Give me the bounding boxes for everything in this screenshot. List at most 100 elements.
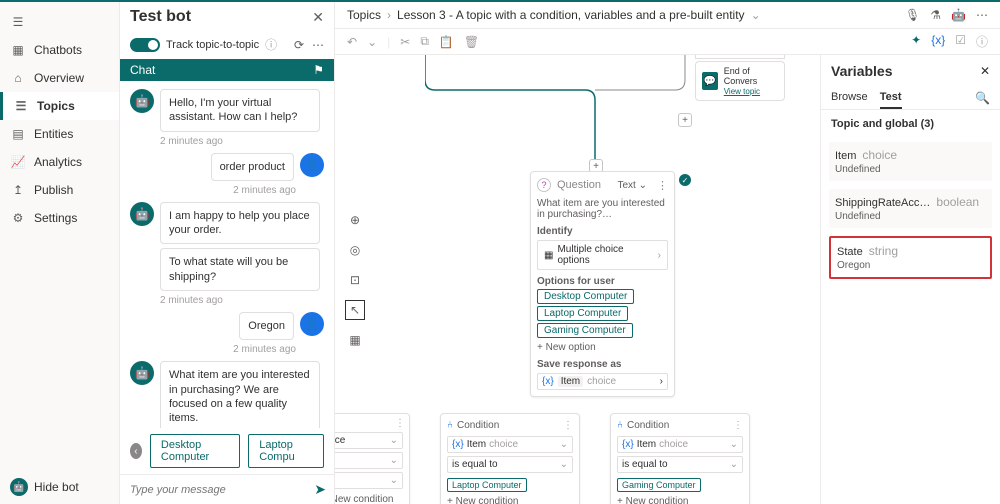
- option-chip[interactable]: Desktop Computer: [537, 289, 634, 304]
- redirect-node[interactable]: ↗Redirect: [695, 55, 785, 59]
- paste-button[interactable]: 📋: [439, 35, 454, 49]
- nav-label: Entities: [34, 127, 73, 141]
- info-icon[interactable]: ⓘ: [976, 33, 988, 50]
- test-bot-pane: Test bot ✕ Track topic-to-topic ⓘ ⟳ ⋯ Ch…: [120, 2, 335, 504]
- tab-test[interactable]: Test: [880, 87, 902, 109]
- end-conversation-node[interactable]: 💬 End of ConversView topic: [695, 61, 785, 101]
- var-name: ShippingRateAcc…: [835, 197, 930, 209]
- refresh-button[interactable]: ⟳: [294, 38, 304, 52]
- hide-bot-label: Hide bot: [34, 480, 79, 494]
- undo-button[interactable]: ↶: [347, 35, 357, 49]
- variables-icon[interactable]: {x}: [931, 33, 945, 50]
- nav-entities[interactable]: ▤Entities: [0, 120, 119, 148]
- var-value: Undefined: [835, 211, 986, 222]
- nav-label: Settings: [34, 211, 77, 225]
- more-button[interactable]: ⋯: [312, 38, 324, 52]
- redo-dropdown[interactable]: ⌄: [367, 35, 377, 49]
- left-nav: ☰ ▦Chatbots ⌂Overview ☰Topics ▤Entities …: [0, 2, 120, 504]
- node-more[interactable]: ⋮: [733, 420, 743, 431]
- option-chip[interactable]: Gaming Computer: [537, 323, 633, 338]
- quick-reply[interactable]: Laptop Compu: [248, 434, 324, 468]
- flag-icon[interactable]: ⚑: [313, 63, 324, 77]
- fork-icon: ⑃: [447, 420, 453, 431]
- variable-item[interactable]: ShippingRateAcc…boolean Undefined: [829, 189, 992, 228]
- info-icon[interactable]: ⓘ: [265, 36, 277, 53]
- chevron-icon: ›: [660, 376, 663, 387]
- flask-icon[interactable]: ⚗: [930, 8, 941, 22]
- user-message: Oregon: [239, 312, 294, 340]
- mic-icon[interactable]: 🎙: [905, 8, 920, 22]
- bot-avatar: 🤖: [130, 361, 154, 385]
- delete-button[interactable]: 🗑: [464, 35, 479, 49]
- editor-toolbar: ↶ ⌄ | ✂ ⧉ 📋 🗑 ✦ {x} ☑ ⓘ: [335, 29, 1000, 55]
- topic-checker-icon[interactable]: ☑: [955, 33, 966, 50]
- condition-value[interactable]: Gaming Computer: [617, 478, 701, 492]
- quick-replies: ‹ Desktop Computer Laptop Compu: [120, 428, 334, 474]
- condition-field[interactable]: {x}Item choice⌄: [447, 436, 573, 453]
- cond-text: oice: [335, 435, 345, 446]
- minimap-button[interactable]: ▦: [345, 330, 365, 350]
- authoring-canvas[interactable]: + ↗Redirect 💬 End of ConversView topic +…: [335, 55, 820, 504]
- chat-header: Chat ⚑: [120, 59, 334, 81]
- condition-value[interactable]: Laptop Computer: [447, 478, 527, 492]
- add-node-button[interactable]: +: [678, 113, 692, 127]
- hide-bot-button[interactable]: 🤖Hide bot: [0, 470, 119, 504]
- breadcrumb-title[interactable]: Lesson 3 - A topic with a condition, var…: [397, 8, 745, 22]
- question-text[interactable]: What item are you interested in purchasi…: [537, 198, 668, 220]
- copy-button[interactable]: ⧉: [420, 34, 429, 49]
- new-condition-button[interactable]: + New condition: [445, 494, 575, 504]
- close-test-button[interactable]: ✕: [312, 9, 324, 26]
- cut-button[interactable]: ✂: [400, 35, 410, 49]
- new-condition-button[interactable]: + New condition: [615, 494, 745, 504]
- node-more[interactable]: ⋮: [563, 420, 573, 431]
- node-more[interactable]: ⋮: [657, 179, 668, 192]
- wand-icon[interactable]: ✦: [911, 33, 921, 50]
- user-message: order product: [211, 153, 294, 181]
- nav-overview[interactable]: ⌂Overview: [0, 64, 119, 92]
- timestamp: 2 minutes ago: [160, 136, 324, 147]
- nav-publish[interactable]: ↥Publish: [0, 176, 119, 204]
- nav-topics[interactable]: ☰Topics: [0, 92, 119, 120]
- breadcrumb-root[interactable]: Topics: [347, 8, 381, 22]
- chevron-down-icon[interactable]: ⌄: [751, 8, 761, 22]
- variable-item[interactable]: Itemchoice Undefined: [829, 142, 992, 181]
- variables-title: Variables: [831, 63, 893, 79]
- view-topic-link[interactable]: View topic: [724, 87, 760, 96]
- variable-item-highlighted[interactable]: Statestring Oregon: [829, 236, 992, 279]
- zoom-in-button[interactable]: ⊕: [345, 210, 365, 230]
- condition-node[interactable]: ⑃Condition⋮ {x}Item choice⌄ is equal to⌄…: [610, 413, 750, 504]
- save-response-field[interactable]: {x}Itemchoice›: [537, 373, 668, 390]
- zoom-controls: ⊕ ◎ ⊡ ↖ ▦: [345, 55, 365, 504]
- node-type[interactable]: Text ⌄: [617, 180, 647, 191]
- quick-reply[interactable]: Desktop Computer: [150, 434, 240, 468]
- tab-browse[interactable]: Browse: [831, 87, 868, 109]
- condition-field[interactable]: {x}Item choice⌄: [617, 436, 743, 453]
- nav-chatbots[interactable]: ▦Chatbots: [0, 36, 119, 64]
- send-button[interactable]: ➤: [314, 481, 326, 498]
- search-variables-button[interactable]: 🔍: [975, 87, 990, 109]
- back-button[interactable]: ‹: [130, 443, 142, 459]
- zoom-fit-button[interactable]: ⊡: [345, 270, 365, 290]
- new-option-button[interactable]: + New option: [537, 342, 668, 353]
- track-toggle[interactable]: [130, 38, 160, 52]
- bot-avatar: 🤖: [130, 202, 154, 226]
- bot-message: I am happy to help you place your order.: [160, 202, 320, 245]
- close-variables-button[interactable]: ✕: [980, 64, 990, 78]
- chat-input[interactable]: [128, 483, 308, 497]
- chat-body[interactable]: 🤖Hello, I'm your virtual assistant. How …: [120, 81, 334, 428]
- more-icon[interactable]: ⋯: [976, 8, 988, 22]
- nav-settings[interactable]: ⚙Settings: [0, 204, 119, 232]
- zoom-reset-button[interactable]: ◎: [345, 240, 365, 260]
- option-chip[interactable]: Laptop Computer: [537, 306, 628, 321]
- home-icon: ⌂: [10, 70, 26, 86]
- nav-analytics[interactable]: 📈Analytics: [0, 148, 119, 176]
- condition-op[interactable]: is equal to⌄: [447, 456, 573, 473]
- end-conv-label: End of Convers: [724, 66, 778, 86]
- condition-op[interactable]: is equal to⌄: [617, 456, 743, 473]
- question-node[interactable]: ?QuestionText ⌄⋮ What item are you inter…: [530, 171, 675, 397]
- bot-check-icon[interactable]: 🤖: [951, 8, 966, 22]
- identify-field[interactable]: ▦Multiple choice options›: [537, 240, 668, 270]
- cursor-button[interactable]: ↖: [345, 300, 365, 320]
- condition-node[interactable]: ⑃Condition⋮ {x}Item choice⌄ is equal to⌄…: [440, 413, 580, 504]
- hamburger-button[interactable]: ☰: [0, 8, 119, 36]
